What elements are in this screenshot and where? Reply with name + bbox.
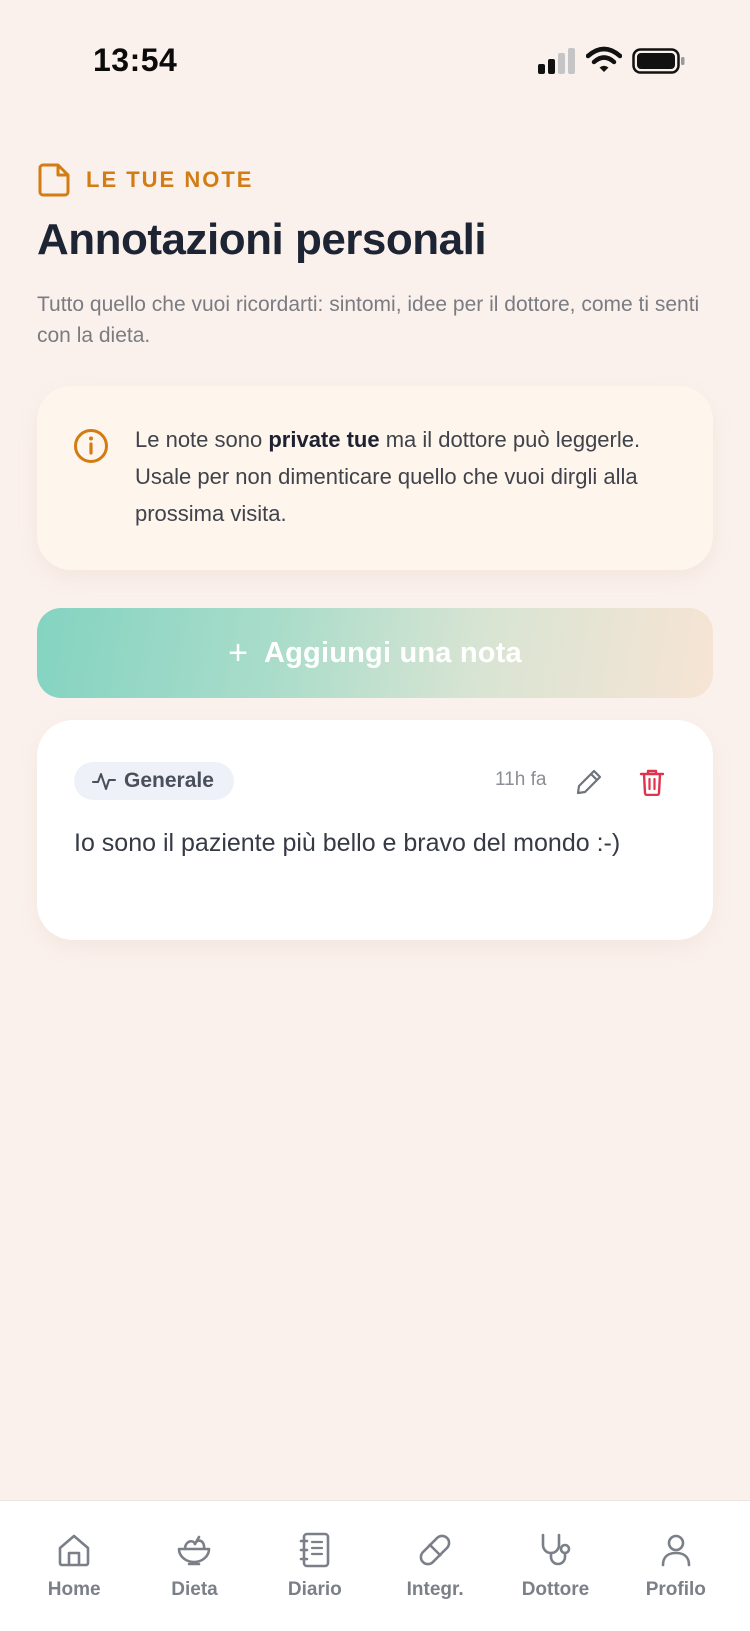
nav-item-dottore[interactable]: Dottore xyxy=(499,1501,611,1631)
page-title: Annotazioni personali xyxy=(37,215,487,264)
nav-item-diario[interactable]: Diario xyxy=(259,1501,371,1631)
nav-label-diario: Diario xyxy=(287,1579,342,1600)
note-card[interactable]: Generale 11h fa Io sono il paziente più … xyxy=(37,720,713,940)
nav-item-home[interactable]: Home xyxy=(18,1501,130,1631)
plus-icon: + xyxy=(228,634,248,672)
nav-item-profilo[interactable]: Profilo xyxy=(620,1501,732,1631)
page-subtitle: Tutto quello che vuoi ricordarti: sintom… xyxy=(37,293,700,347)
nav-item-dieta[interactable]: Dieta xyxy=(138,1501,250,1631)
edit-note-button[interactable] xyxy=(569,762,609,802)
nav-label-dottore: Dottore xyxy=(521,1579,590,1600)
home-icon xyxy=(58,1534,90,1567)
activity-pulse-icon xyxy=(92,773,116,790)
user-icon xyxy=(661,1534,691,1567)
info-text-bold: private tue xyxy=(268,427,380,452)
nav-label-dieta: Dieta xyxy=(171,1579,218,1600)
info-icon xyxy=(74,429,108,463)
section-eyebrow: LE TUE NOTE xyxy=(38,163,253,197)
add-note-button[interactable]: + Aggiungi una nota xyxy=(37,608,713,698)
nav-label-home: Home xyxy=(47,1579,101,1600)
wifi-icon xyxy=(586,46,622,72)
pill-icon xyxy=(419,1534,451,1566)
delete-note-button[interactable] xyxy=(632,762,672,802)
battery-icon xyxy=(632,48,685,74)
note-category-tag: Generale xyxy=(74,762,234,800)
status-time: 13:54 xyxy=(93,42,178,78)
cellular-signal-icon xyxy=(538,48,575,74)
pencil-icon xyxy=(576,769,602,795)
privacy-info-text: Le note sono private tue ma il dottore p… xyxy=(135,421,675,532)
note-timestamp: 11h fa xyxy=(495,769,547,790)
privacy-info-card: Le note sono private tue ma il dottore p… xyxy=(37,386,713,570)
nav-label-integratori: Integr. xyxy=(406,1579,464,1600)
nav-label-profilo: Profilo xyxy=(645,1579,706,1600)
stethoscope-icon xyxy=(542,1533,571,1566)
notebook-icon xyxy=(299,1532,330,1568)
note-category-label: Generale xyxy=(124,769,214,792)
add-note-label: Aggiungi una nota xyxy=(263,636,522,669)
nav-item-integratori[interactable]: Integr. xyxy=(379,1501,491,1631)
note-document-icon xyxy=(38,163,70,197)
info-text-prefix: Le note sono xyxy=(135,427,269,452)
eyebrow-label: LE TUE NOTE xyxy=(86,167,254,192)
bottom-navigation: Home Dieta Diario Integr. Dottore Profil… xyxy=(0,1500,750,1631)
trash-icon xyxy=(639,769,665,796)
status-bar: 13:54 xyxy=(0,0,750,110)
salad-bowl-icon xyxy=(178,1535,211,1566)
screen: 13:54 LE TUE NOTE Annotazioni personali … xyxy=(0,0,750,1631)
note-body-text: Io sono il paziente più bello e bravo de… xyxy=(74,829,621,857)
